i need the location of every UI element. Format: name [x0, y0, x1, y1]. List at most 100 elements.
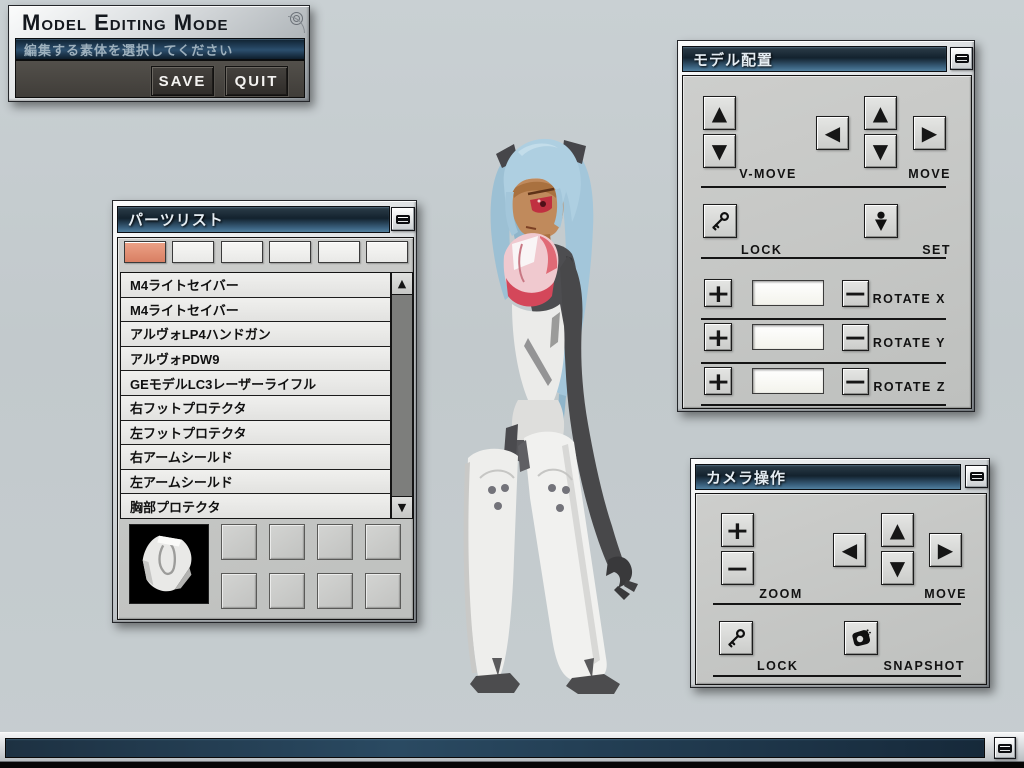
part-slot[interactable] [221, 524, 257, 560]
part-slot[interactable] [317, 524, 353, 560]
divider [713, 675, 961, 677]
model-set-button[interactable] [864, 204, 898, 238]
selected-part-thumbnail[interactable] [129, 524, 209, 604]
model-move-down-button[interactable]: ▼ [864, 134, 897, 168]
divider [701, 186, 946, 188]
rotate-z-label: ROTATE Z [856, 380, 946, 394]
character-model [448, 128, 668, 703]
parts-list-titlebar[interactable]: パーツリスト [117, 206, 390, 233]
list-item[interactable]: GEモデルLC3レーザーライフル [121, 371, 390, 396]
rotate-x-field[interactable] [752, 280, 824, 306]
parts-minimize-button[interactable] [391, 207, 415, 231]
model-placement-titlebar[interactable]: モデル配置 [682, 46, 947, 72]
snapshot-label: SNAPSHOT [879, 659, 965, 673]
parts-list-window: パーツリスト M4ライトセイバー M4ライトセイバー アルヴォLP4ハンドガン … [112, 200, 417, 623]
model-lock-button[interactable] [703, 204, 737, 238]
bottom-bar-minimize-button[interactable] [994, 737, 1016, 759]
camera-minimize-button[interactable] [965, 465, 988, 488]
parts-tab-4[interactable] [269, 241, 311, 263]
parts-tab-3[interactable] [221, 241, 263, 263]
minimize-icon [970, 472, 984, 481]
part-preview-icon [130, 525, 208, 603]
zoom-in-button[interactable]: + [721, 513, 754, 547]
list-item[interactable]: 左アームシールド [121, 470, 390, 495]
minus-icon: − [725, 556, 749, 581]
set-label: SET [903, 243, 951, 257]
rotate-x-label: ROTATE X [856, 292, 946, 306]
snapshot-button[interactable] [844, 621, 878, 655]
vmove-down-button[interactable]: ▼ [703, 134, 736, 168]
part-slot[interactable] [269, 524, 305, 560]
camera-title: カメラ操作 [706, 467, 786, 488]
plus-icon: + [706, 281, 730, 306]
camera-lock-button[interactable] [719, 621, 753, 655]
scroll-down-icon: ▼ [398, 502, 406, 513]
model-move-right-button[interactable]: ▶ [913, 116, 946, 150]
list-item[interactable]: 右アームシールド [121, 445, 390, 470]
rotate-y-label: ROTATE Y [856, 336, 946, 350]
window-title: Model Editing Mode [22, 10, 229, 36]
list-item[interactable]: M4ライトセイバー [121, 298, 390, 323]
model-placement-title: モデル配置 [693, 49, 773, 70]
parts-tab-2[interactable] [172, 241, 214, 263]
list-item[interactable]: 左フットプロテクタ [121, 421, 390, 446]
camera-titlebar[interactable]: カメラ操作 [695, 464, 961, 490]
rotate-y-plus-button[interactable]: + [704, 323, 732, 351]
move-label: MOVE [900, 167, 951, 181]
plus-icon: + [706, 369, 730, 394]
parts-scrollbar[interactable]: ▲ ▼ [391, 272, 413, 519]
status-message: 編集する素体を選択してください [15, 38, 305, 60]
down-arrow-icon: ▼ [712, 141, 727, 161]
right-arrow-icon: ▶ [922, 123, 937, 143]
set-pin-icon [869, 209, 893, 233]
minimize-icon [998, 744, 1012, 753]
list-item[interactable]: アルヴォLP4ハンドガン [121, 322, 390, 347]
divider [713, 603, 961, 605]
camera-move-down-button[interactable]: ▼ [881, 551, 914, 585]
part-slot[interactable] [221, 573, 257, 609]
zoom-label: ZOOM [753, 587, 809, 601]
part-slot[interactable] [269, 573, 305, 609]
zoom-out-button[interactable]: − [721, 551, 754, 585]
camera-move-up-button[interactable]: ▲ [881, 513, 914, 547]
scroll-up-button[interactable]: ▲ [391, 272, 413, 295]
model-lock-label: LOCK [741, 243, 793, 257]
divider [701, 318, 946, 320]
list-item[interactable]: 胸部プロテクタ [121, 494, 390, 518]
parts-tab-6[interactable] [366, 241, 408, 263]
parts-tab-1[interactable] [124, 241, 166, 263]
part-slot[interactable] [317, 573, 353, 609]
camera-move-right-button[interactable]: ▶ [929, 533, 962, 567]
rotate-x-plus-button[interactable]: + [704, 279, 732, 307]
list-item[interactable]: M4ライトセイバー [121, 273, 390, 298]
part-slot[interactable] [365, 524, 401, 560]
save-button[interactable]: SAVE [151, 66, 214, 96]
vmove-label: V-MOVE [736, 167, 800, 181]
right-arrow-icon: ▶ [938, 540, 953, 560]
rotate-z-field[interactable] [752, 368, 824, 394]
model-minimize-button[interactable] [950, 47, 973, 70]
down-arrow-icon: ▼ [873, 141, 888, 161]
plus-icon: + [706, 325, 730, 350]
quit-button[interactable]: QUIT [225, 66, 288, 96]
parts-tab-5[interactable] [318, 241, 360, 263]
up-arrow-icon: ▲ [873, 103, 888, 123]
left-arrow-icon: ◀ [825, 123, 840, 143]
model-viewport[interactable] [448, 128, 668, 703]
scroll-down-button[interactable]: ▼ [391, 496, 413, 519]
bottom-bar-panel [5, 738, 985, 758]
part-slot[interactable] [365, 573, 401, 609]
model-editing-screen: Model Editing Mode 編集する素体を選択してください SAVE … [0, 0, 1024, 768]
camera-move-left-button[interactable]: ◀ [833, 533, 866, 567]
rotate-y-field[interactable] [752, 324, 824, 350]
model-placement-window: モデル配置 ▲ ▼ ◀ ▲ ▼ ▶ V-MOVE MOVE [677, 40, 975, 412]
divider [701, 404, 946, 406]
rotate-z-plus-button[interactable]: + [704, 367, 732, 395]
divider [701, 257, 946, 259]
vmove-up-button[interactable]: ▲ [703, 96, 736, 130]
model-move-left-button[interactable]: ◀ [816, 116, 849, 150]
list-item[interactable]: 右フットプロテクタ [121, 396, 390, 421]
list-item[interactable]: アルヴォPDW9 [121, 347, 390, 372]
model-move-up-button[interactable]: ▲ [864, 96, 897, 130]
up-arrow-icon: ▲ [890, 520, 905, 540]
